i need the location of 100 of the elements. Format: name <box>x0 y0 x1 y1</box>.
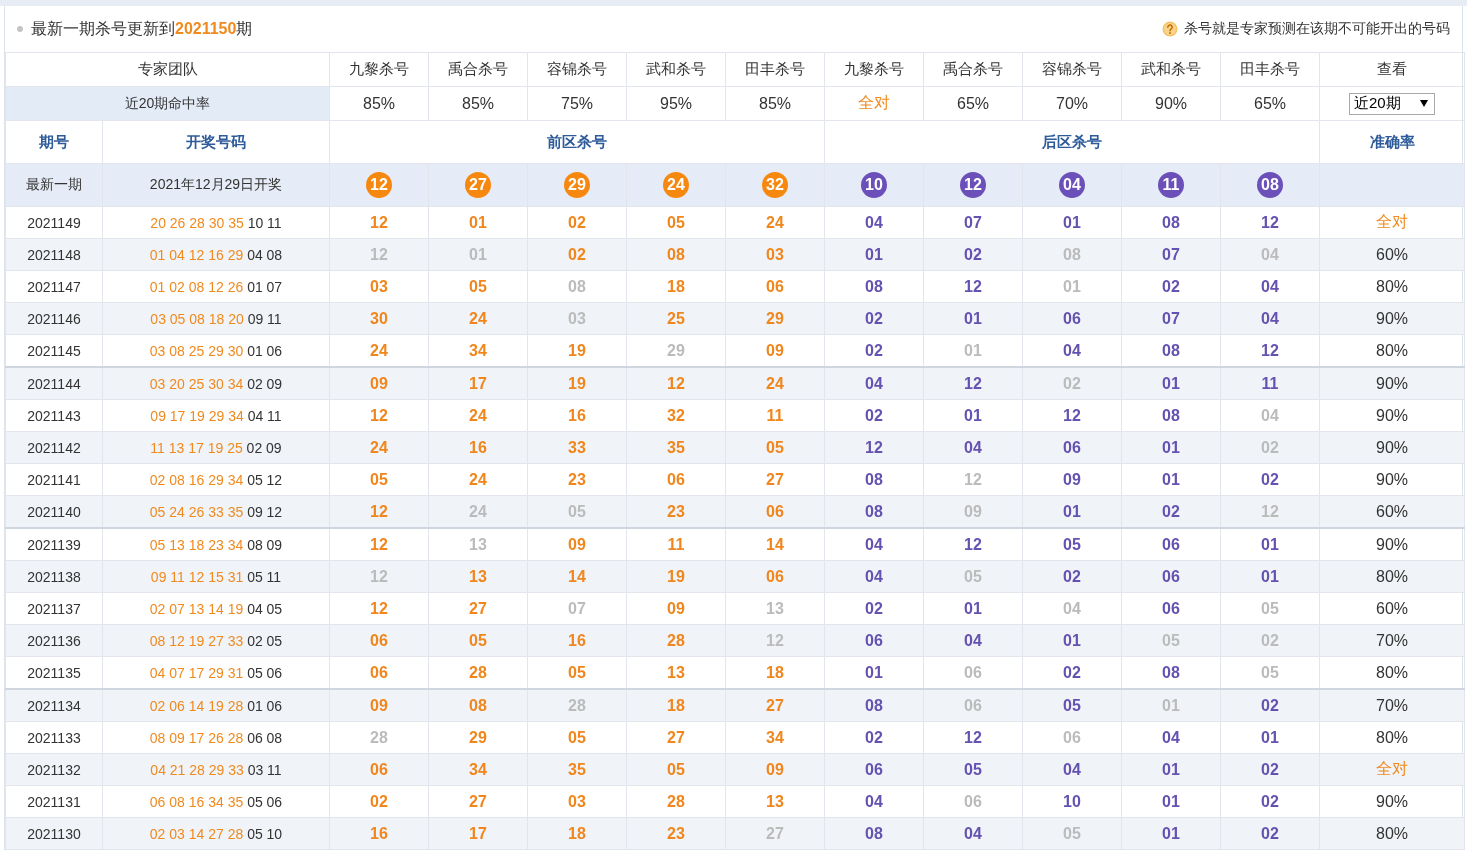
kill-number: 16 <box>428 431 528 464</box>
kill-number: 02 <box>923 238 1023 271</box>
table-cell: 2021133 <box>5 721 103 754</box>
kill-number: 04 <box>1220 238 1320 271</box>
kill-number: 04 <box>1022 753 1122 786</box>
caret-icon <box>1420 100 1428 107</box>
kill-number: 24 <box>428 463 528 496</box>
kill-number: 12 <box>626 367 726 400</box>
kill-number: 01 <box>1121 785 1221 818</box>
kill-number: 06 <box>824 624 924 657</box>
kill-number: 04 <box>1220 270 1320 303</box>
kill-number: 33 <box>527 431 627 464</box>
kill-number: 01 <box>923 592 1023 625</box>
kill-number: 07 <box>527 592 627 625</box>
kill-number: 04 <box>824 206 924 239</box>
kill-number: 06 <box>725 270 825 303</box>
kill-number: 04 <box>923 624 1023 657</box>
column-header: 准确率 <box>1319 120 1465 164</box>
kill-number: 18 <box>527 817 627 850</box>
accuracy-cell: 90% <box>1319 463 1465 496</box>
kill-number: 12 <box>329 399 429 432</box>
back-numbers: 05 06 <box>247 664 283 681</box>
table-cell: 2021143 <box>5 399 103 432</box>
accuracy-cell: 90% <box>1319 399 1465 432</box>
kill-number: 06 <box>725 560 825 593</box>
back-numbers: 01 07 <box>247 278 283 295</box>
kill-number: 16 <box>527 624 627 657</box>
column-header: 九黎杀号 <box>329 52 429 87</box>
kill-number: 02 <box>1220 624 1320 657</box>
hit-rate: 70% <box>1022 86 1122 121</box>
number-ball: 12 <box>960 172 986 198</box>
kill-number: 06 <box>1121 592 1221 625</box>
back-numbers: 02 09 <box>247 375 283 392</box>
kill-number: 02 <box>1220 689 1320 722</box>
number-ball: 32 <box>762 172 788 198</box>
front-numbers: 01 02 08 12 26 <box>149 278 244 295</box>
number-ball: 12 <box>366 172 392 198</box>
back-numbers: 04 05 <box>247 600 283 617</box>
kill-number: 03 <box>527 785 627 818</box>
column-header: 禹合杀号 <box>428 52 528 87</box>
kill-number: 03 <box>725 238 825 271</box>
hit-rate: 75% <box>527 86 627 121</box>
column-header: 容锦杀号 <box>527 52 627 87</box>
back-numbers: 09 11 <box>247 310 282 327</box>
kill-number: 23 <box>626 817 726 850</box>
kill-number: 01 <box>923 302 1023 335</box>
table-cell: 2021年12月29日开奖 <box>102 163 330 207</box>
kill-number: 06 <box>923 785 1023 818</box>
kill-number: 09 <box>329 689 429 722</box>
front-numbers: 08 12 19 27 33 <box>149 632 244 649</box>
front-numbers: 02 06 14 19 28 <box>149 697 244 714</box>
back-numbers: 10 11 <box>247 214 282 231</box>
kill-number: 02 <box>527 206 627 239</box>
kill-number: 01 <box>1220 560 1320 593</box>
kill-number: 06 <box>1121 560 1221 593</box>
kill-number: 05 <box>1022 817 1122 850</box>
kill-number: 05 <box>527 721 627 754</box>
kill-number: 08 <box>626 238 726 271</box>
number-ball: 11 <box>1158 172 1184 198</box>
kill-number: 06 <box>626 463 726 496</box>
column-header: 武和杀号 <box>626 52 726 87</box>
front-numbers: 02 03 14 27 28 <box>149 825 244 842</box>
kill-number: 01 <box>1220 721 1320 754</box>
back-numbers: 08 09 <box>247 536 283 553</box>
kill-number: 04 <box>1022 592 1122 625</box>
column-header: 前区杀号 <box>329 120 825 164</box>
kill-number: 16 <box>329 817 429 850</box>
back-numbers: 02 09 <box>246 439 282 456</box>
back-numbers: 03 11 <box>247 761 282 778</box>
front-numbers: 04 21 28 29 33 <box>150 761 244 778</box>
kill-number: 02 <box>1220 753 1320 786</box>
back-numbers: 04 11 <box>247 407 282 424</box>
kill-number: 07 <box>1121 302 1221 335</box>
table-cell: 2021138 <box>5 560 103 593</box>
kill-number: 02 <box>824 399 924 432</box>
front-numbers: 09 11 12 15 31 <box>150 568 244 585</box>
table-cell: 2021130 <box>5 817 103 850</box>
period-select[interactable]: 近20期 <box>1349 92 1435 115</box>
hit-rate: 65% <box>1220 86 1320 121</box>
kill-number: 24 <box>428 302 528 335</box>
kill-number: 02 <box>527 238 627 271</box>
accuracy-cell: 全对 <box>1319 753 1465 786</box>
back-numbers: 05 12 <box>247 471 283 488</box>
back-numbers: 02 05 <box>247 632 283 649</box>
kill-number: 17 <box>428 817 528 850</box>
kill-number: 12 <box>329 206 429 239</box>
back-numbers: 04 08 <box>247 246 283 263</box>
kill-number: 17 <box>428 367 528 400</box>
kill-number: 05 <box>1220 592 1320 625</box>
accuracy-cell: 90% <box>1319 785 1465 818</box>
kill-number: 27 <box>626 721 726 754</box>
kill-number: 06 <box>329 753 429 786</box>
accuracy-cell: 90% <box>1319 302 1465 335</box>
table-cell: 2021134 <box>5 689 103 722</box>
kill-number: 23 <box>527 463 627 496</box>
kill-number: 01 <box>428 206 528 239</box>
kill-number: 01 <box>1121 463 1221 496</box>
kill-number: 06 <box>329 624 429 657</box>
back-numbers: 05 06 <box>247 793 283 810</box>
front-numbers: 09 17 19 29 34 <box>150 407 244 424</box>
